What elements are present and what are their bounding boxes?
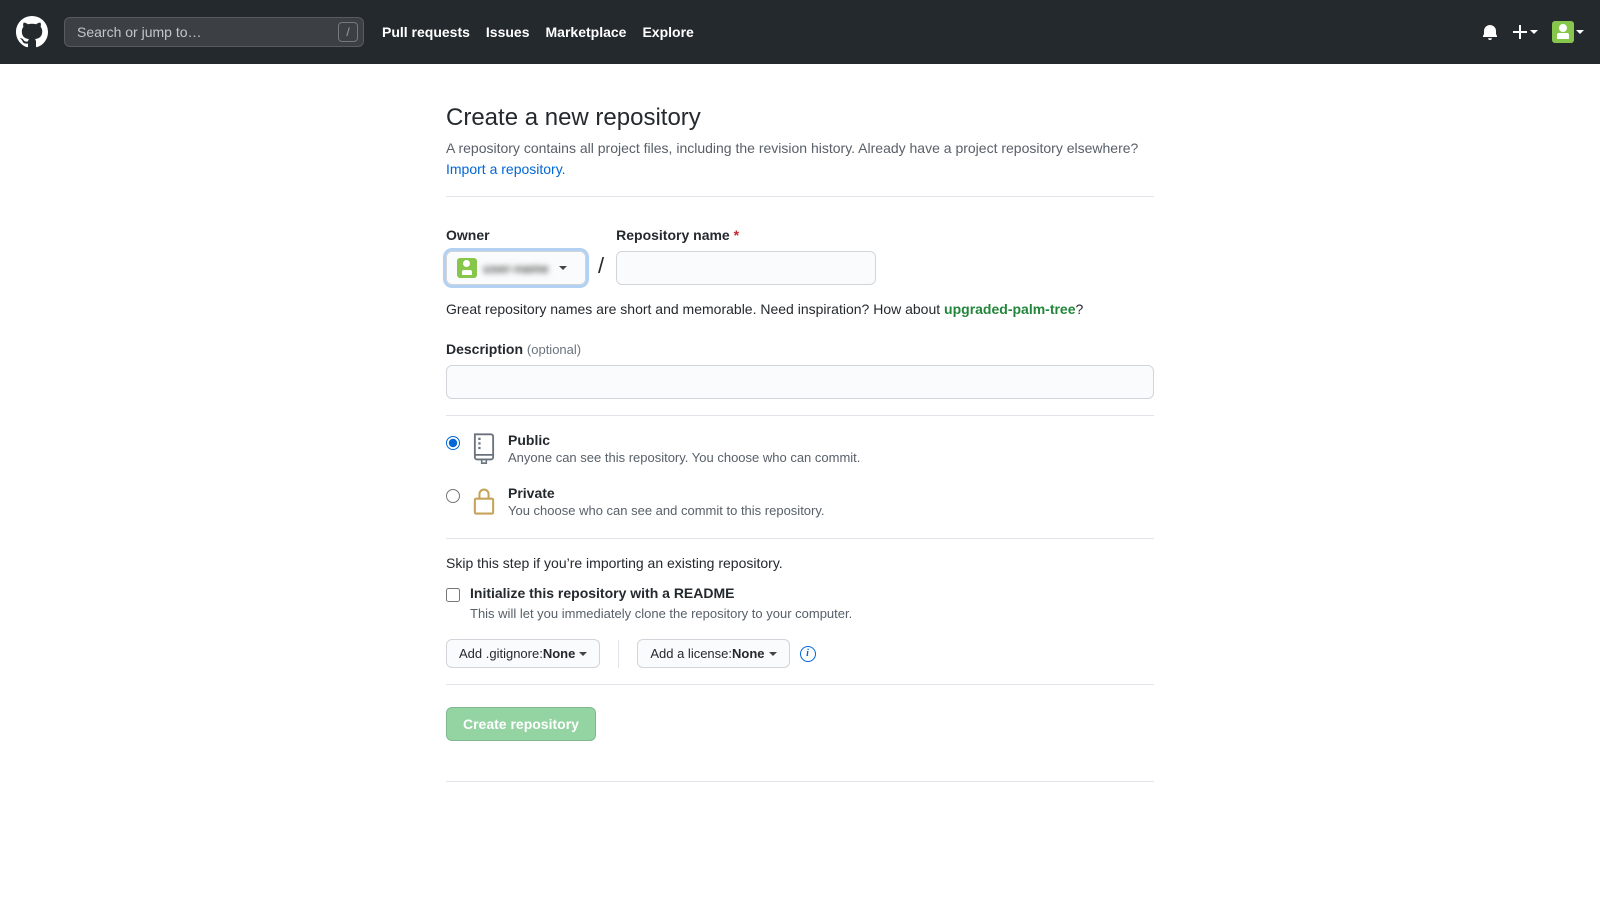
user-avatar-icon [1552, 21, 1574, 43]
license-select[interactable]: Add a license: None [637, 639, 789, 668]
visibility-public-option[interactable]: Public Anyone can see this repository. Y… [446, 432, 1154, 467]
main-content: Create a new repository A repository con… [430, 104, 1170, 782]
owner-field: Owner user-name [446, 227, 586, 285]
plus-icon [1512, 24, 1528, 40]
visibility-private-text: Private You choose who can see and commi… [508, 485, 825, 518]
create-repository-button[interactable]: Create repository [446, 707, 596, 741]
mark-github-icon [16, 16, 48, 48]
nav-explore[interactable]: Explore [642, 24, 693, 40]
user-menu[interactable] [1552, 21, 1584, 43]
initialize-readme-label: Initialize this repository with a README [470, 585, 734, 601]
description-field: Description (optional) [446, 341, 1154, 399]
divider [446, 415, 1154, 416]
gitignore-prefix: Add .gitignore: [459, 646, 543, 661]
hint-prefix: Great repository names are short and mem… [446, 301, 944, 317]
readme-checkbox-row: Initialize this repository with a README [446, 585, 1154, 602]
repo-name-label: Repository name * [616, 227, 876, 243]
description-input[interactable] [446, 365, 1154, 399]
import-repository-link[interactable]: Import a repository. [446, 161, 566, 177]
divider-vertical [618, 640, 619, 668]
github-logo[interactable] [16, 16, 48, 48]
page-subhead: A repository contains all project files,… [446, 138, 1154, 180]
primary-nav: Pull requests Issues Marketplace Explore [382, 24, 694, 40]
nav-marketplace[interactable]: Marketplace [546, 24, 627, 40]
caret-down-icon [769, 652, 777, 656]
owner-select[interactable]: user-name [446, 251, 586, 285]
repo-public-icon [470, 432, 498, 467]
nav-issues[interactable]: Issues [486, 24, 530, 40]
global-search: / [64, 17, 364, 47]
description-label-text: Description [446, 341, 523, 357]
owner-repo-separator: / [594, 253, 608, 285]
caret-down-icon [559, 266, 567, 270]
owner-label: Owner [446, 227, 586, 243]
visibility-private-radio[interactable] [446, 489, 460, 503]
nav-pull-requests[interactable]: Pull requests [382, 24, 470, 40]
license-value: None [732, 646, 765, 661]
page-title: Create a new repository [446, 104, 1154, 132]
visibility-public-title: Public [508, 432, 860, 448]
description-optional: (optional) [527, 342, 581, 357]
repo-name-input[interactable] [616, 251, 876, 285]
visibility-section: Public Anyone can see this repository. Y… [446, 432, 1154, 520]
search-hotkey-hint: / [338, 22, 358, 42]
hint-suffix: ? [1076, 301, 1084, 317]
repo-name-suggestion[interactable]: upgraded-palm-tree [944, 301, 1075, 317]
repo-name-label-text: Repository name [616, 227, 730, 243]
license-prefix: Add a license: [650, 646, 732, 661]
required-indicator: * [734, 227, 739, 243]
divider [446, 196, 1154, 197]
visibility-public-text: Public Anyone can see this repository. Y… [508, 432, 860, 465]
visibility-private-title: Private [508, 485, 825, 501]
repo-name-field: Repository name * [616, 227, 876, 285]
visibility-private-option[interactable]: Private You choose who can see and commi… [446, 485, 1154, 520]
initialize-readme-checkbox[interactable] [446, 588, 460, 602]
owner-username: user-name [483, 261, 549, 276]
owner-and-name-row: Owner user-name / Repository name * [446, 227, 1154, 285]
skip-import-hint: Skip this step if you’re importing an ex… [446, 555, 1154, 571]
name-hint: Great repository names are short and mem… [446, 301, 1154, 317]
gitignore-select[interactable]: Add .gitignore: None [446, 639, 600, 668]
caret-down-icon [1530, 30, 1538, 34]
header-actions [1482, 21, 1584, 43]
owner-avatar-icon [457, 258, 477, 278]
initialize-readme-desc: This will let you immediately clone the … [470, 606, 1154, 621]
visibility-private-desc: You choose who can see and commit to thi… [508, 503, 825, 518]
global-header: / Pull requests Issues Marketplace Explo… [0, 0, 1600, 64]
divider [446, 781, 1154, 782]
visibility-public-desc: Anyone can see this repository. You choo… [508, 450, 860, 465]
divider [446, 684, 1154, 685]
subhead-text: A repository contains all project files,… [446, 140, 1138, 156]
visibility-public-radio[interactable] [446, 436, 460, 450]
gitignore-value: None [543, 646, 576, 661]
lock-icon [470, 485, 498, 520]
license-info-icon[interactable]: i [800, 646, 816, 662]
description-label: Description (optional) [446, 341, 581, 357]
create-new-menu[interactable] [1512, 24, 1538, 40]
caret-down-icon [579, 652, 587, 656]
divider [446, 538, 1154, 539]
search-input[interactable] [64, 17, 364, 47]
caret-down-icon [1576, 30, 1584, 34]
notifications-icon[interactable] [1482, 24, 1498, 40]
template-dropdowns: Add .gitignore: None Add a license: None… [446, 639, 1154, 668]
